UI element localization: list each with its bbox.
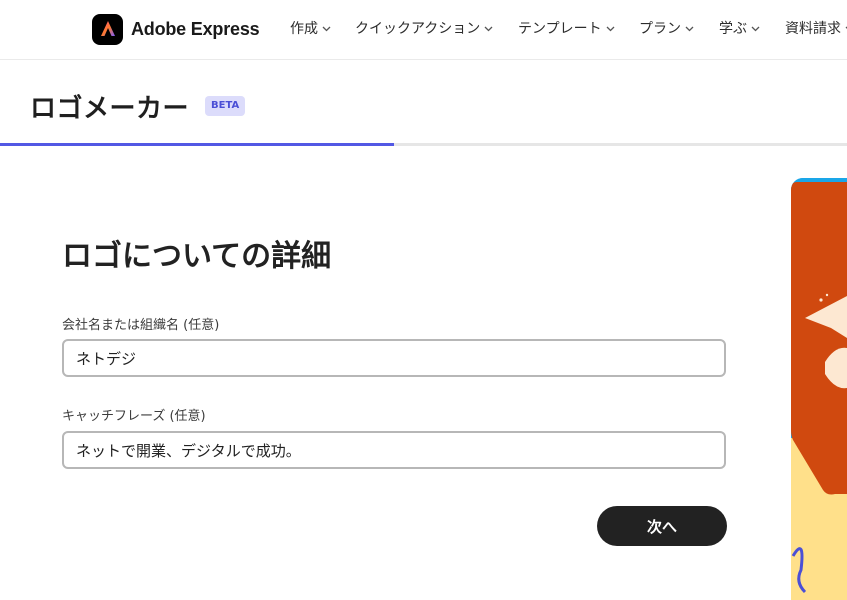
tagline-label: キャッチフレーズ (任意) (62, 409, 206, 424)
company-name-input[interactable] (62, 339, 726, 377)
adobe-express-logo-icon (92, 13, 123, 45)
page-title: ロゴメーカー (30, 94, 190, 124)
brand-name: Adobe Express (131, 18, 260, 39)
top-navigation: Adobe Express 作成 クイックアクション テンプレート プラン 学ぶ… (0, 0, 847, 60)
nav-item-create[interactable]: 作成 (290, 18, 331, 38)
nav-item-label: プラン (639, 21, 681, 37)
chevron-down-icon (484, 24, 493, 33)
brand-link[interactable]: Adobe Express (92, 13, 260, 45)
beta-badge: BETA (205, 96, 246, 116)
step-progress-fill (0, 143, 394, 146)
nav-item-plans[interactable]: プラン (639, 18, 694, 38)
chevron-down-icon (685, 24, 694, 33)
nav-item-label: 作成 (290, 21, 318, 37)
next-button[interactable]: 次へ (597, 506, 727, 546)
nav-item-label: クイックアクション (355, 21, 481, 37)
nav-item-label: 学ぶ (719, 21, 747, 37)
nav-item-templates[interactable]: テンプレート (518, 18, 615, 38)
nav-item-quick-actions[interactable]: クイックアクション (355, 18, 493, 38)
nav-item-request-materials[interactable]: 資料請求 (785, 18, 847, 38)
tagline-input[interactable] (62, 431, 726, 469)
page-header: ロゴメーカー BETA (0, 61, 847, 145)
logo-illustration-image (791, 178, 847, 600)
company-name-label: 会社名または組織名 (任意) (62, 318, 220, 333)
nav-item-label: テンプレート (518, 21, 602, 37)
chevron-down-icon (606, 24, 615, 33)
nav-item-learn[interactable]: 学ぶ (719, 18, 760, 38)
nav-item-label: 資料請求 (785, 21, 841, 37)
step-progress-bar (0, 143, 847, 146)
chevron-down-icon (322, 24, 331, 33)
chevron-down-icon (751, 24, 760, 33)
form-heading: ロゴについての詳細 (62, 239, 332, 274)
